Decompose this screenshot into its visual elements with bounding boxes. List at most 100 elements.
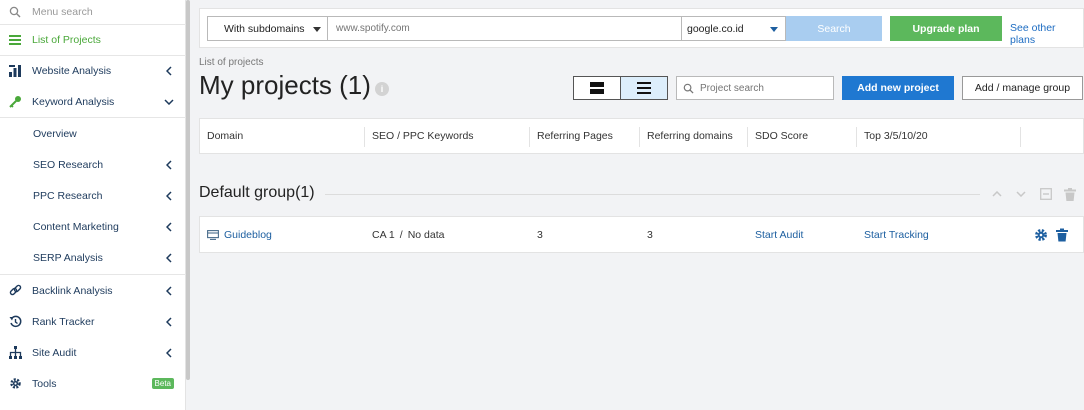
keywords-value: No data — [407, 228, 445, 241]
search-icon — [8, 5, 22, 19]
menu-search[interactable]: Menu search — [0, 0, 186, 24]
list-view-icon — [637, 82, 651, 94]
sidebar-item-ppc-research[interactable]: PPC Research — [0, 180, 186, 211]
sidebar: Menu search List of Projects Website Ana… — [0, 0, 186, 410]
collapse-group-icon[interactable] — [1039, 186, 1053, 202]
manage-group-button[interactable]: Add / manage group — [962, 76, 1083, 100]
sidebar-item-label: PPC Research — [33, 189, 103, 202]
column-header-keywords[interactable]: SEO / PPC Keywords — [365, 119, 474, 153]
top-positions-cell: Start Tracking — [857, 217, 929, 252]
group-divider — [325, 194, 980, 195]
column-header-referring-domains[interactable]: Referring domains — [640, 119, 733, 153]
delete-group-icon[interactable] — [1063, 186, 1077, 202]
keywords-country: CA 1 — [372, 228, 395, 241]
search-engine-select[interactable]: google.co.id — [682, 16, 786, 41]
project-search-input[interactable] — [700, 82, 830, 94]
column-header-referring-pages[interactable]: Referring Pages — [530, 119, 613, 153]
sidebar-item-seo-research[interactable]: SEO Research — [0, 149, 186, 180]
sidebar-item-backlink-analysis[interactable]: Backlink Analysis — [0, 275, 186, 306]
sidebar-item-rank-tracker[interactable]: Rank Tracker — [0, 306, 186, 337]
sidebar-item-keyword-analysis[interactable]: Keyword Analysis — [0, 86, 186, 117]
browser-icon — [207, 229, 219, 240]
sidebar-item-overview[interactable]: Overview — [0, 118, 186, 149]
history-icon — [8, 315, 22, 329]
sitemap-icon — [8, 346, 22, 360]
sidebar-item-label: Content Marketing — [33, 220, 119, 233]
beta-badge: Beta — [151, 378, 174, 389]
sidebar-item-label: Website Analysis — [32, 64, 112, 77]
keywords-cell: CA 1 / No data — [365, 217, 444, 252]
menu-search-placeholder: Menu search — [32, 6, 93, 18]
search-button[interactable]: Search — [786, 16, 882, 41]
see-other-plans-link[interactable]: See other plans — [1010, 22, 1083, 46]
gear-icon — [8, 377, 22, 391]
sidebar-item-list-of-projects[interactable]: List of Projects — [0, 24, 186, 55]
chevron-down-icon — [164, 98, 174, 105]
grid-view-button[interactable] — [574, 77, 620, 99]
project-domain-link[interactable]: Guideblog — [224, 229, 272, 241]
sidebar-item-label: Backlink Analysis — [32, 284, 113, 297]
chevron-left-icon — [164, 221, 174, 232]
sidebar-item-label: Tools — [32, 377, 57, 390]
referring-domains-cell: 3 — [647, 228, 653, 241]
chevron-left-icon — [164, 252, 174, 263]
subdomain-select[interactable]: With subdomains — [207, 16, 327, 41]
group-title: Default group(1) — [199, 184, 315, 201]
sidebar-scrollbar[interactable] — [186, 0, 190, 380]
column-separator — [1020, 127, 1021, 147]
keywords-separator: / — [399, 228, 403, 241]
move-up-icon[interactable] — [990, 186, 1004, 202]
delete-project-icon[interactable] — [1056, 228, 1068, 242]
chart-icon — [8, 64, 22, 78]
column-header-top[interactable]: Top 3/5/10/20 — [857, 119, 928, 153]
sdo-score-cell: Start Audit — [748, 217, 803, 252]
sidebar-item-site-audit[interactable]: Site Audit — [0, 337, 186, 368]
search-engine-select-value: google.co.id — [687, 22, 744, 35]
chevron-left-icon — [164, 190, 174, 201]
info-icon[interactable]: i — [375, 82, 389, 96]
table-header: Domain SEO / PPC Keywords Referring Page… — [199, 118, 1084, 154]
list-icon — [8, 33, 22, 47]
sidebar-item-serp-analysis[interactable]: SERP Analysis — [0, 242, 186, 273]
view-toggle — [573, 76, 668, 100]
key-icon — [8, 95, 22, 109]
link-icon — [8, 284, 22, 298]
page-title: My projects (1) — [199, 70, 371, 100]
project-search[interactable] — [676, 76, 834, 100]
sidebar-item-content-marketing[interactable]: Content Marketing — [0, 211, 186, 242]
chevron-left-icon — [164, 65, 174, 76]
sidebar-item-label: Site Audit — [32, 346, 77, 359]
domain-search-bar: With subdomains google.co.id Search Upgr… — [199, 8, 1084, 48]
referring-pages-cell: 3 — [537, 228, 543, 241]
column-header-sdo-score[interactable]: SDO Score — [748, 119, 808, 153]
sidebar-item-tools[interactable]: Tools Beta — [0, 368, 186, 399]
sidebar-item-label: SEO Research — [33, 158, 104, 171]
domain-input[interactable] — [327, 16, 682, 41]
list-view-button[interactable] — [620, 77, 667, 99]
move-down-icon[interactable] — [1014, 186, 1028, 202]
sidebar-item-website-analysis[interactable]: Website Analysis — [0, 55, 186, 86]
start-audit-link[interactable]: Start Audit — [755, 229, 803, 241]
start-tracking-link[interactable]: Start Tracking — [864, 229, 929, 241]
breadcrumb[interactable]: List of projects — [199, 57, 263, 68]
sidebar-item-label: Rank Tracker — [32, 315, 95, 328]
subdomain-select-value: With subdomains — [224, 22, 305, 35]
caret-down-icon — [770, 27, 778, 32]
chevron-left-icon — [164, 285, 174, 296]
add-new-project-button[interactable]: Add new project — [842, 76, 954, 100]
chevron-left-icon — [164, 316, 174, 327]
sidebar-item-label: SERP Analysis — [33, 251, 103, 264]
sidebar-item-label: List of Projects — [32, 33, 101, 46]
search-icon — [683, 83, 694, 94]
chevron-left-icon — [164, 159, 174, 170]
caret-down-icon — [313, 27, 321, 32]
table-row: Guideblog CA 1 / No data 3 3 Start Audit… — [199, 216, 1084, 253]
column-header-domain[interactable]: Domain — [200, 119, 243, 153]
sidebar-item-label: Keyword Analysis — [32, 95, 115, 108]
domain-cell: Guideblog — [200, 217, 272, 252]
sidebar-item-label: Overview — [33, 127, 77, 140]
settings-icon[interactable] — [1034, 228, 1048, 242]
chevron-left-icon — [164, 347, 174, 358]
grid-view-icon — [590, 82, 604, 94]
upgrade-plan-button[interactable]: Upgrade plan — [890, 16, 1002, 41]
